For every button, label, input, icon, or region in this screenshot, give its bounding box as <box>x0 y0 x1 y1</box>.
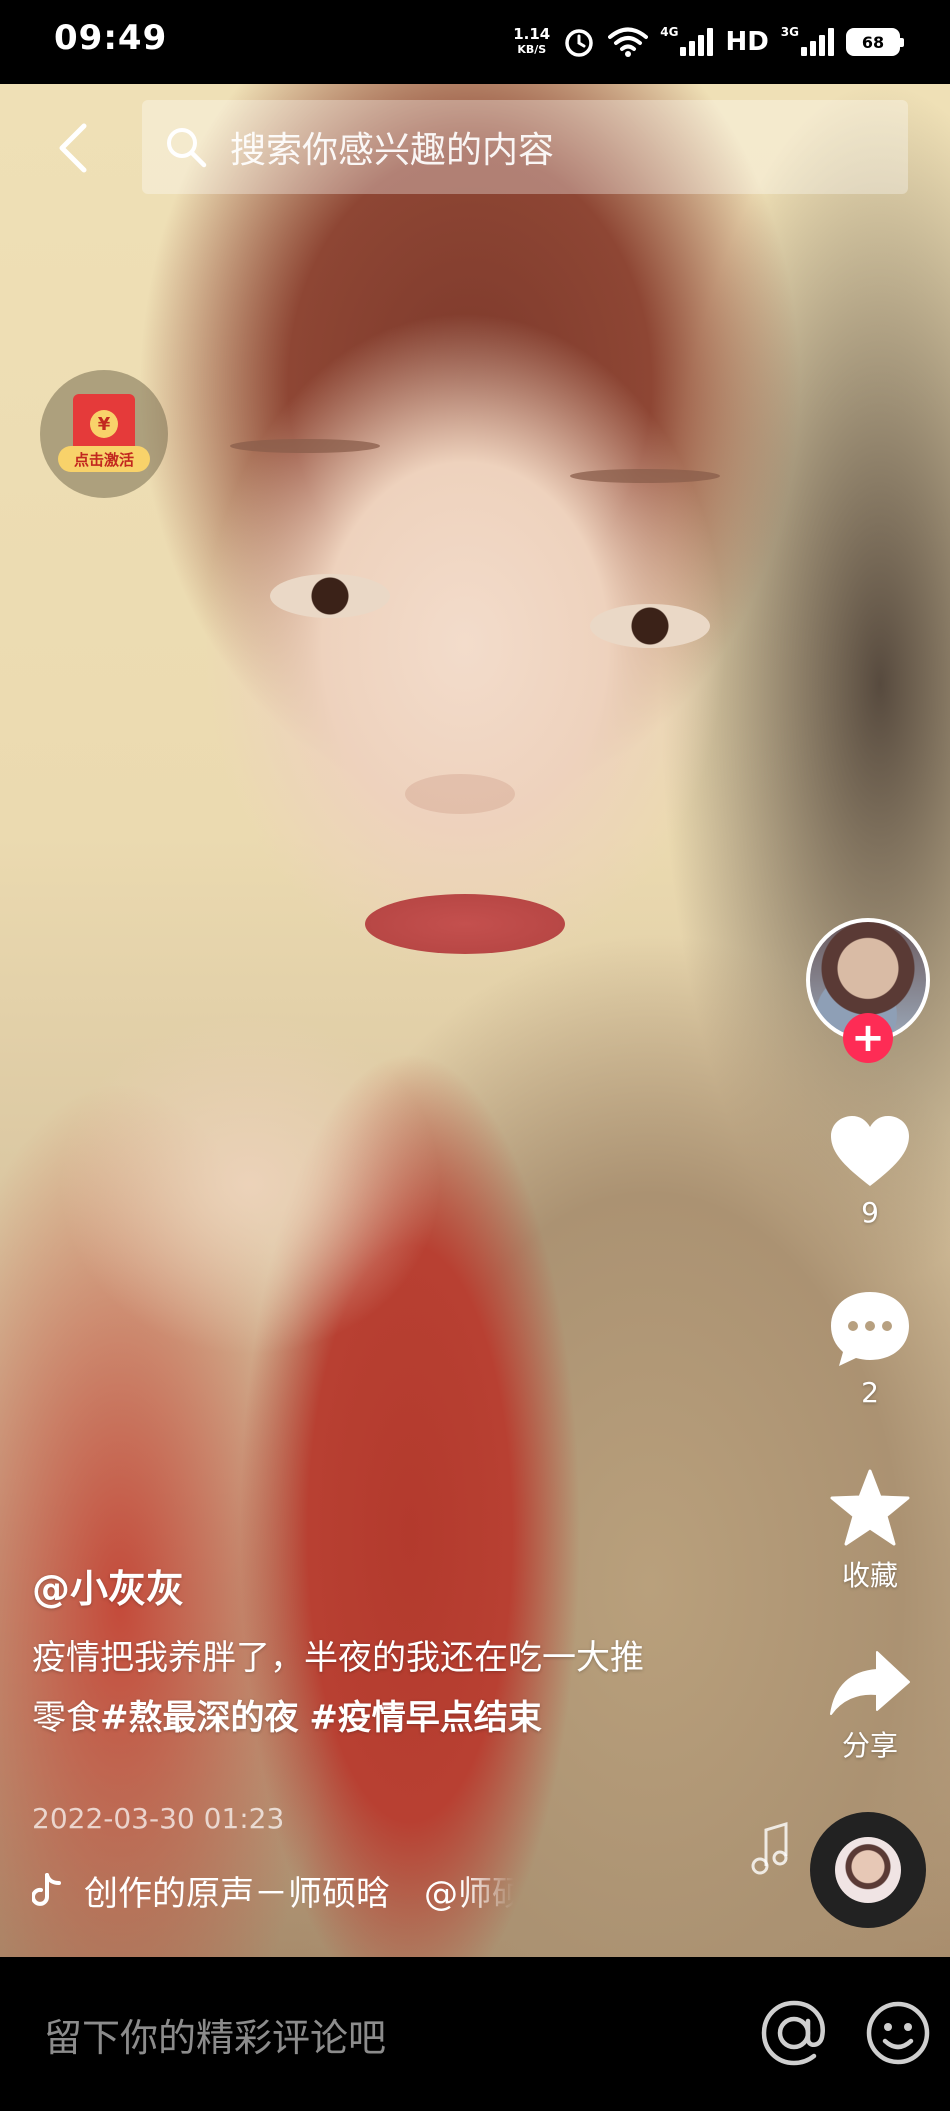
comment-icon <box>831 1292 909 1366</box>
comment-count: 2 <box>861 1376 879 1409</box>
search-placeholder: 搜索你感兴趣的内容 <box>230 130 555 171</box>
heart-icon <box>831 1116 909 1186</box>
wifi-icon <box>608 27 649 57</box>
comment-bar[interactable]: 留下你的精彩评论吧 <box>0 1957 950 2111</box>
music-disc-button[interactable] <box>810 1812 926 1928</box>
search-icon <box>167 128 207 168</box>
share-button[interactable]: 分享 <box>812 1648 928 1764</box>
signal-4g-icon <box>680 28 714 56</box>
favorite-button[interactable]: 收藏 <box>812 1468 928 1594</box>
network-3g-label: 3G <box>780 25 799 39</box>
network-speed-value: 1.14 <box>513 25 551 43</box>
battery-icon: 68 <box>846 28 904 56</box>
network-4g-label: 4G <box>660 25 679 39</box>
video-frame-detail <box>590 604 710 648</box>
video-frame-detail <box>405 774 515 814</box>
post-date: 2022-03-30 01:23 <box>32 1802 285 1835</box>
network-speed-unit: KB/S <box>517 43 547 56</box>
post-caption: 疫情把我养胖了，半夜的我还在吃一大推零食#熬最深的夜 #疫情早点结束 <box>32 1628 672 1748</box>
video-frame-detail <box>570 469 720 483</box>
at-icon[interactable] <box>760 1999 828 2067</box>
status-time: 09:49 <box>54 18 168 58</box>
hd-label: HD <box>725 27 769 57</box>
network-speed: 1.14 KB/S <box>513 27 550 57</box>
star-icon <box>830 1469 910 1546</box>
hashtag-link[interactable]: #疫情早点结束 <box>309 1698 542 1738</box>
video-frame-detail <box>365 894 565 954</box>
status-icons: 1.14 KB/S 4G HD 3G 68 <box>513 22 904 62</box>
share-label: 分享 <box>841 1729 898 1762</box>
like-button[interactable]: 9 <box>812 1112 928 1229</box>
author-name[interactable]: @小灰灰 <box>32 1558 184 1613</box>
tiktok-note-icon <box>32 1873 61 1906</box>
emoji-icon[interactable] <box>864 1999 932 2067</box>
battery-level: 68 <box>861 32 885 52</box>
back-button[interactable] <box>44 120 100 176</box>
signal-3g-icon <box>801 28 834 56</box>
coin-icon: ¥ <box>90 410 118 438</box>
like-count: 9 <box>861 1196 879 1229</box>
red-envelope-label: 点击激活 <box>58 446 150 472</box>
video-frame-detail <box>230 439 380 453</box>
back-arrow-icon <box>59 123 87 173</box>
video-frame-detail <box>270 574 390 618</box>
comment-button[interactable]: 2 <box>812 1288 928 1409</box>
red-envelope-button[interactable]: ¥ 点击激活 <box>40 370 168 498</box>
music-note-icon <box>751 1821 788 1875</box>
music-cover <box>835 1837 901 1903</box>
alarm-icon <box>565 29 593 57</box>
comment-input[interactable]: 留下你的精彩评论吧 <box>44 2007 386 2062</box>
favorite-label: 收藏 <box>841 1559 898 1592</box>
share-icon <box>830 1651 910 1715</box>
music-info[interactable]: 创作的原声－师硕晗 @师硕晗 <box>32 1866 514 1914</box>
music-title: 创作的原声－师硕晗 @师硕晗 <box>84 1873 514 1914</box>
follow-button[interactable]: + <box>843 1013 893 1063</box>
search-bar[interactable]: 搜索你感兴趣的内容 <box>142 100 908 194</box>
hashtag-link[interactable]: #熬最深的夜 <box>100 1698 299 1738</box>
status-bar: 09:49 1.14 KB/S 4G HD 3G 68 <box>0 0 950 84</box>
